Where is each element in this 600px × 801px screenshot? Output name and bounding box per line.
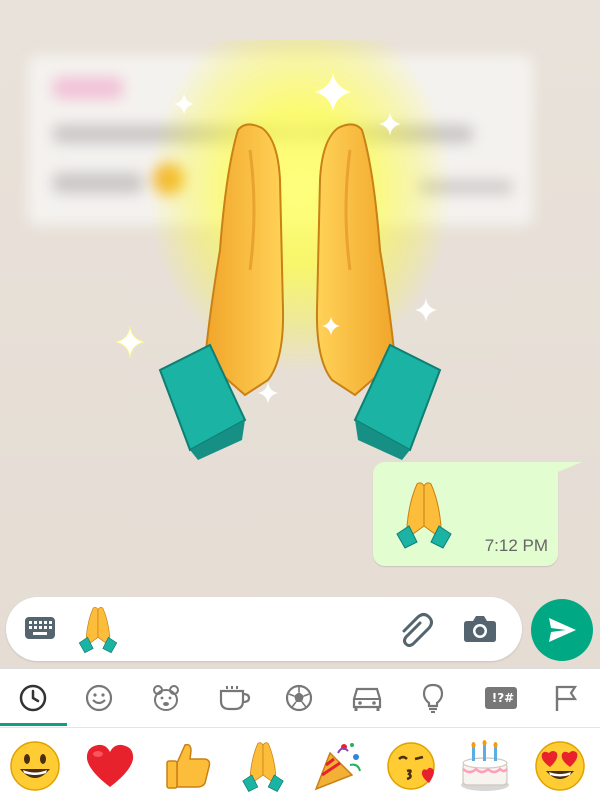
tab-smileys[interactable] (66, 669, 132, 727)
sparkle-icon (379, 112, 401, 136)
attach-icon[interactable] (396, 611, 436, 647)
tab-flags[interactable] (533, 669, 599, 727)
sparkle-icon (322, 316, 340, 336)
message-timestamp: 7:12 PM (484, 536, 548, 555)
message-input[interactable] (6, 597, 522, 661)
camera-icon[interactable] (463, 613, 497, 643)
emoji-folded-hands[interactable] (230, 735, 296, 797)
sparkle-icon (116, 326, 144, 358)
recent-icon (19, 684, 47, 712)
activity-icon (285, 684, 313, 712)
keyboard-icon[interactable] (24, 615, 56, 641)
emoji-heart-eyes[interactable] (525, 735, 591, 797)
emoji-category-tabs: !?# (0, 669, 600, 727)
folded-hands-animation (158, 123, 442, 460)
red-heart-icon (86, 744, 134, 787)
outgoing-message-bubble[interactable]: 7:12 PM (373, 462, 558, 566)
tab-symbols[interactable]: !?# (466, 669, 532, 727)
tab-food[interactable] (200, 669, 266, 727)
grinning-face-icon (10, 741, 60, 791)
emoji-birthday-cake[interactable] (450, 735, 516, 797)
tab-recent[interactable] (0, 669, 66, 727)
folded-hands-icon (242, 742, 284, 792)
chat-background: 7:12 PM (0, 0, 600, 668)
smileys-icon (85, 684, 113, 712)
emoji-red-heart[interactable] (75, 735, 141, 797)
emoji-grinning-face[interactable] (0, 735, 66, 797)
animals-icon (153, 685, 179, 711)
food-icon (219, 686, 251, 711)
birthday-cake-icon (461, 740, 509, 791)
tab-animals[interactable] (133, 669, 199, 727)
emoji-panel: !?# (0, 668, 600, 801)
tab-travel[interactable] (333, 669, 399, 727)
send-icon (549, 618, 576, 642)
kissing-face-icon (387, 742, 435, 790)
objects-icon (422, 683, 444, 713)
emoji-kissing-face[interactable] (377, 735, 443, 797)
active-tab-indicator (0, 723, 67, 726)
flags-icon (555, 685, 578, 711)
sparkle-icon (415, 298, 437, 322)
emoji-party-popper[interactable] (302, 735, 368, 797)
travel-icon (352, 687, 382, 711)
tab-objects[interactable] (400, 669, 466, 727)
thumbs-up-icon (166, 743, 211, 789)
emoji-thumbs-up[interactable] (153, 735, 219, 797)
sparkle-icon (174, 93, 194, 115)
sparkle-icon (258, 382, 278, 404)
send-button[interactable] (531, 599, 593, 661)
folded-hands-emoji-icon (78, 607, 118, 654)
divider (0, 727, 600, 728)
heart-eyes-icon (535, 741, 585, 791)
sparkle-icon (313, 70, 353, 114)
recent-emoji-row (0, 731, 600, 801)
tab-activity[interactable] (266, 669, 332, 727)
folded-hands-emoji-icon (396, 482, 452, 549)
party-popper-icon (314, 743, 361, 791)
symbols-label: !?# (491, 691, 515, 705)
